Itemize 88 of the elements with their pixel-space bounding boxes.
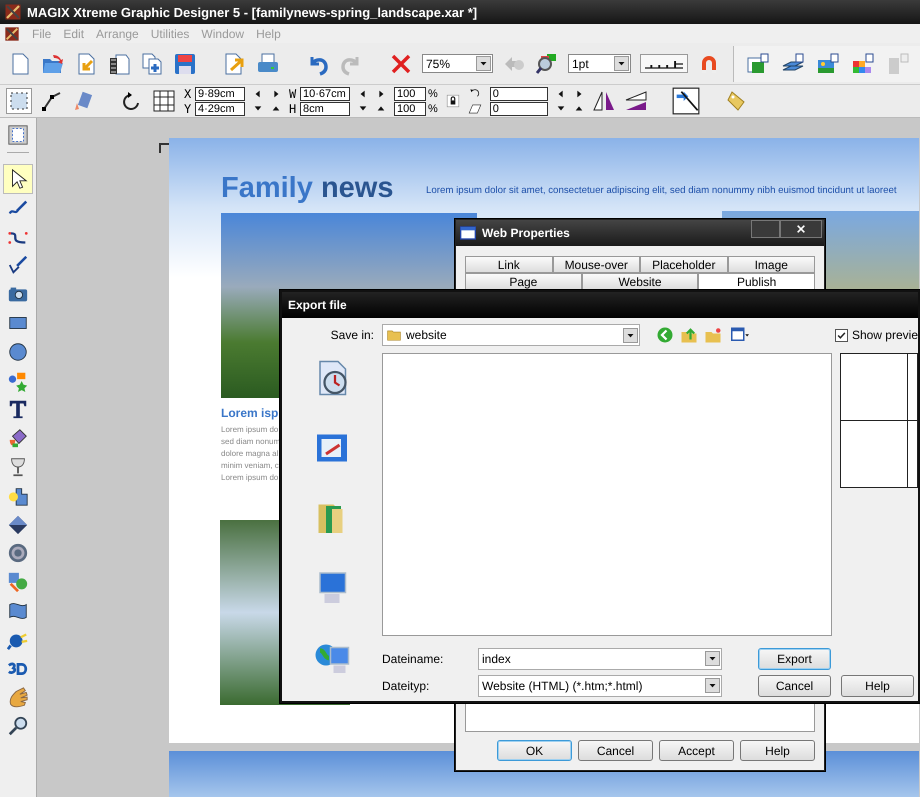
preview-checkbox[interactable] xyxy=(834,328,848,342)
value-field[interactable]: 10·67cm xyxy=(300,86,350,100)
value-field[interactable]: 8cm xyxy=(300,102,350,116)
magnifier-icon[interactable] xyxy=(7,715,29,738)
field-label: W xyxy=(289,86,298,100)
value-field[interactable]: 9·89cm xyxy=(195,86,245,100)
add-page-icon[interactable] xyxy=(140,52,164,76)
tab[interactable]: Mouse-over xyxy=(552,256,640,273)
window-title: MAGIX Xtreme Graphic Designer 5 - [familynews-spring_landscape.xar *] xyxy=(27,4,478,20)
article-title: Lorem isp xyxy=(221,406,280,420)
diamond-icon[interactable] xyxy=(7,514,29,536)
dialog-title: Web Properties xyxy=(482,226,570,240)
save-in-dropdown[interactable]: website xyxy=(382,324,640,346)
web-picture-icon[interactable] xyxy=(816,52,840,76)
lock-icon[interactable] xyxy=(446,93,460,109)
flip-vertical-icon[interactable] xyxy=(624,89,648,113)
checkbox-label: Show previe xyxy=(852,328,918,342)
unit-label: % xyxy=(428,88,438,100)
minimize-button[interactable] xyxy=(751,220,780,238)
line-style-button[interactable] xyxy=(640,54,688,73)
save-icon[interactable] xyxy=(173,52,197,76)
grid-align-icon[interactable] xyxy=(152,89,176,113)
tab[interactable]: Image xyxy=(728,256,815,273)
dropdown-arrow-icon xyxy=(617,59,626,68)
field-label: Y xyxy=(184,102,192,116)
dialog-button[interactable]: OK xyxy=(497,740,572,761)
zoom-tool-icon[interactable] xyxy=(535,52,559,76)
dialog-title: Export file xyxy=(288,298,347,312)
line-width-dropdown[interactable]: 1pt xyxy=(568,54,631,73)
blend-shapes-icon[interactable] xyxy=(7,571,29,594)
tab[interactable]: Placeholder xyxy=(640,256,728,273)
dialog-button[interactable]: Help xyxy=(740,740,815,761)
unit-label: % xyxy=(428,102,438,114)
field-label: H xyxy=(289,102,298,116)
dropdown-arrow-icon xyxy=(708,654,717,663)
page-icon[interactable] xyxy=(7,124,29,153)
tab[interactable]: Publish xyxy=(698,273,816,290)
film-document-icon[interactable] xyxy=(107,52,131,76)
value-field[interactable]: 4·29cm xyxy=(195,102,245,116)
headline: Family news xyxy=(221,172,394,205)
dialog-button[interactable]: Export xyxy=(758,648,831,670)
app-logo-icon[interactable] xyxy=(4,26,20,42)
field-label: Dateityp: xyxy=(382,678,430,692)
file-name-field[interactable]: index xyxy=(478,648,722,670)
dropdown-arrow-icon xyxy=(708,681,717,690)
tagline-text: Lorem ipsum dolor sit amet, consectetuer adipiscing elit, sed diam nonummy nibh euismod tincidunt ut laoreet xyxy=(426,185,897,196)
field-label: X xyxy=(184,86,192,100)
text-icon[interactable] xyxy=(7,398,29,420)
concentric-circles-icon[interactable] xyxy=(7,542,29,564)
back-icon[interactable] xyxy=(656,326,674,344)
value-field[interactable]: 0 xyxy=(490,102,548,116)
web-image-icon[interactable] xyxy=(746,52,770,76)
field-label: Dateiname: xyxy=(382,652,444,666)
dropdown-arrow-icon xyxy=(479,59,488,68)
dialog-button[interactable]: Help xyxy=(841,674,914,696)
field-label: Save in: xyxy=(330,328,375,342)
pen-nib-icon[interactable] xyxy=(7,254,29,276)
hand-icon[interactable] xyxy=(7,686,29,708)
value-field[interactable]: 0 xyxy=(490,86,548,100)
article-text: Lorem ipsum do xyxy=(221,425,280,435)
flip-horizontal-icon[interactable] xyxy=(592,89,616,113)
file-type-dropdown[interactable]: Website (HTML) (*.htm;*.html) xyxy=(478,674,722,696)
web-grid-icon[interactable] xyxy=(851,52,875,76)
line-style-icon xyxy=(645,58,683,68)
skew-icon xyxy=(468,102,482,116)
window-icon xyxy=(460,225,476,241)
value-field[interactable]: 100 xyxy=(394,86,426,100)
checkmark-icon xyxy=(836,330,846,340)
folder-icon xyxy=(386,328,402,342)
app-logo-icon xyxy=(4,3,22,21)
tab[interactable]: Website xyxy=(582,273,698,290)
ellipse-icon[interactable] xyxy=(7,340,29,363)
dialog-button[interactable]: Cancel xyxy=(578,740,653,761)
new-folder-icon[interactable] xyxy=(704,326,722,344)
fill-bucket-icon[interactable] xyxy=(7,427,29,450)
close-icon xyxy=(796,224,806,234)
close-button[interactable] xyxy=(780,220,822,238)
selection-bounds-icon[interactable] xyxy=(6,88,32,114)
article-text: dolore magna al xyxy=(221,449,280,459)
tab[interactable]: Link xyxy=(465,256,552,273)
zoom-dropdown[interactable]: 75% xyxy=(422,54,493,73)
article-text: Lorem ipsum do xyxy=(221,473,280,483)
article-text: minim veniam, c xyxy=(221,461,280,471)
dialog-button[interactable]: Cancel xyxy=(758,674,831,696)
value-field[interactable]: 100 xyxy=(394,102,426,116)
tab[interactable]: Page xyxy=(465,273,582,290)
dialog-button[interactable]: Accept xyxy=(659,740,734,761)
up-folder-icon[interactable] xyxy=(680,326,698,344)
